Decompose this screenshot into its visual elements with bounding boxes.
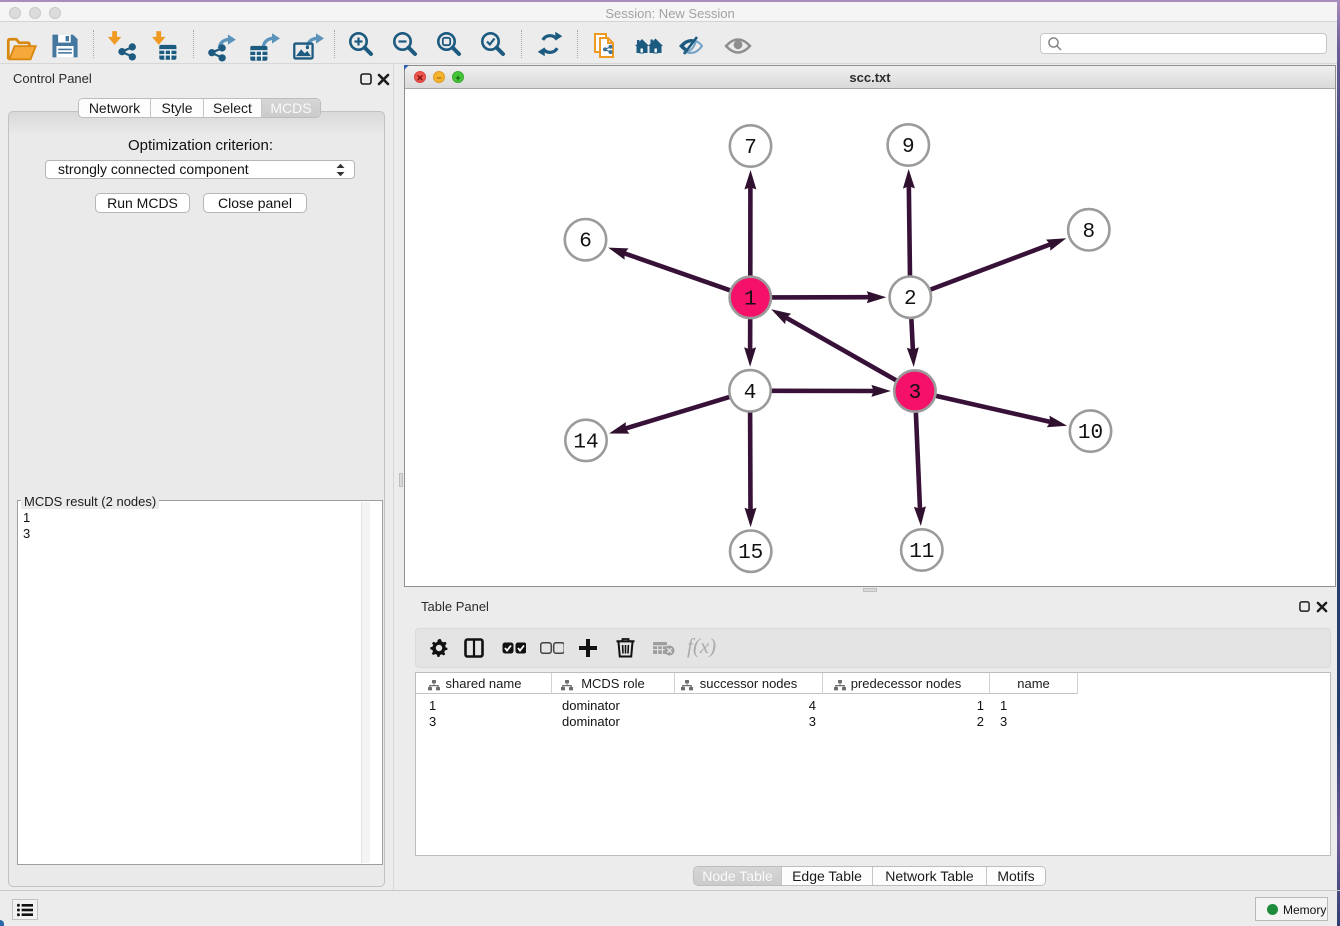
svg-text:14: 14: [573, 431, 598, 454]
svg-text:4: 4: [744, 382, 757, 405]
svg-text:6: 6: [579, 231, 592, 254]
svg-text:10: 10: [1078, 422, 1103, 445]
svg-text:11: 11: [909, 541, 934, 564]
svg-text:8: 8: [1082, 221, 1095, 244]
svg-text:15: 15: [738, 542, 763, 565]
svg-text:7: 7: [744, 137, 757, 160]
svg-text:9: 9: [902, 136, 915, 159]
svg-text:2: 2: [904, 288, 917, 311]
svg-text:3: 3: [909, 382, 922, 405]
svg-text:1: 1: [744, 288, 757, 311]
